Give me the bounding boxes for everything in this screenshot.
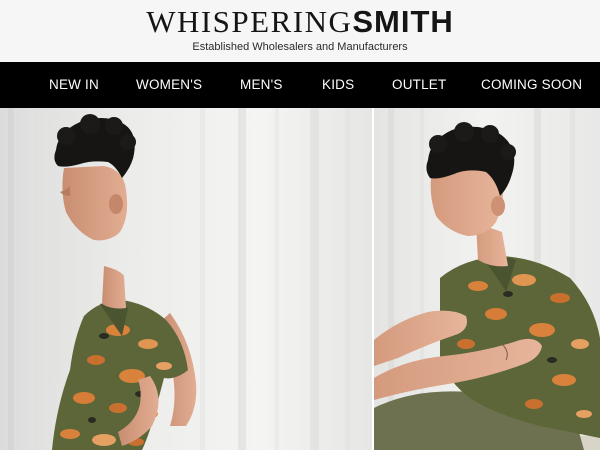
hero-banner (0, 108, 600, 450)
nav-item-outlet[interactable]: OUTLET (392, 62, 446, 108)
brand-tagline: Established Wholesalers and Manufacturer… (192, 41, 408, 53)
nav-item-kids[interactable]: KIDS (322, 62, 354, 108)
nav-item-mens[interactable]: MEN'S (240, 62, 283, 108)
logo-text-bold: SMITH (352, 4, 454, 39)
site-header: WHISPERINGSMITH Established Wholesalers … (0, 0, 600, 62)
hero-image-standing-model[interactable] (0, 108, 372, 450)
nav-item-new-in[interactable]: NEW IN (49, 62, 99, 108)
nav-item-womens[interactable]: WOMEN'S (136, 62, 202, 108)
hero-image-seated-model[interactable] (374, 108, 600, 450)
main-navigation: NEW IN WOMEN'S MEN'S KIDS OUTLET COMING … (0, 62, 600, 108)
brand-logo[interactable]: WHISPERINGSMITH (0, 4, 600, 40)
nav-item-coming-soon[interactable]: COMING SOON (481, 62, 582, 108)
logo-text-light: WHISPERING (146, 4, 353, 39)
